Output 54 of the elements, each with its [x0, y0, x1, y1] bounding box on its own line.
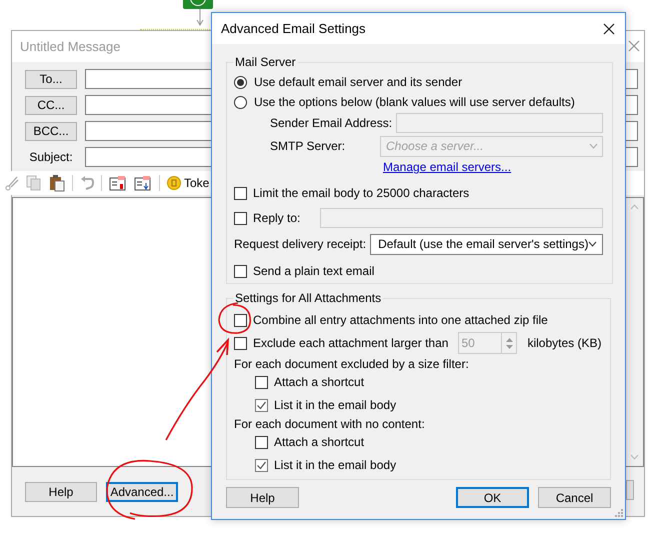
footer-button[interactable]: Help — [25, 482, 97, 502]
tokens-button[interactable]: Toke — [167, 174, 210, 192]
checkbox-label: Send a plain text email — [253, 263, 374, 280]
address-button[interactable]: CC... — [25, 96, 77, 114]
checkbox[interactable] — [255, 458, 268, 472]
dialog-button[interactable]: Cancel — [538, 487, 611, 508]
radio-label: Use default email server and its sender — [254, 74, 462, 91]
checkbox[interactable] — [234, 264, 247, 278]
field-label: Request delivery receipt: — [234, 236, 368, 253]
dialog-button[interactable]: Help — [226, 487, 299, 508]
checkbox-label: Reply to: — [253, 210, 300, 227]
group-label: Mail Server — [234, 54, 297, 71]
checkbox[interactable] — [234, 314, 247, 326]
address-button[interactable]: To... — [25, 70, 77, 88]
resize-grip-icon[interactable] — [614, 508, 623, 517]
radio-button[interactable] — [234, 96, 247, 108]
checkbox-label: Limit the email body to 25000 characters — [253, 185, 470, 202]
section-heading: For each document with no content: — [234, 416, 426, 433]
dialog-title: Advanced Email Settings — [221, 20, 366, 38]
radio-label: Use the options below (blank values will use server defaults) — [254, 94, 575, 111]
radio-button[interactable] — [234, 76, 247, 88]
checkbox[interactable] — [234, 186, 247, 200]
checkbox-label: Attach a shortcut — [274, 434, 364, 451]
field-label: Sender Email Address: — [270, 115, 394, 132]
checkbox-label: Attach a shortcut — [274, 374, 364, 391]
section-heading: For each document excluded by a size filter: — [234, 356, 470, 373]
document-icon[interactable] — [109, 175, 127, 191]
connector-arrow — [196, 9, 204, 26]
subject-label: Subject: — [28, 149, 74, 166]
close-icon[interactable] — [603, 22, 615, 34]
size-spinner: 50 — [458, 332, 518, 354]
checkbox-label: List it in the email body — [274, 457, 396, 474]
checkbox[interactable] — [255, 398, 268, 412]
window-title: Untitled Message — [20, 38, 120, 56]
receipt-dropdown[interactable]: Default (use the email server's settings) — [370, 234, 604, 254]
document-icon[interactable] — [134, 175, 152, 191]
dialog-button[interactable]: OK — [456, 487, 529, 508]
field-label: SMTP Server: — [270, 138, 346, 155]
chevron-down-icon — [588, 241, 598, 247]
checkbox[interactable] — [255, 436, 268, 448]
checkbox-label: Exclude each attachment larger than — [253, 335, 448, 352]
footer-button[interactable]: Advanced... — [106, 482, 178, 502]
checkbox-label: List it in the email body — [274, 397, 396, 414]
manage-servers-link[interactable]: Manage email servers... — [383, 158, 512, 176]
checkbox[interactable] — [255, 376, 268, 388]
checkbox-label: Combine all entry attachments into one attached zip file — [253, 312, 548, 329]
group-label: Settings for All Attachments — [234, 290, 382, 307]
coin-icon — [167, 176, 181, 190]
unit-label: kilobytes (KB) — [527, 335, 602, 352]
chevron-down-icon — [589, 143, 598, 149]
paste-icon[interactable] — [49, 174, 65, 192]
address-button[interactable]: BCC... — [25, 122, 77, 140]
node-icon — [183, 0, 213, 9]
server-dropdown: Choose a server... — [380, 136, 604, 156]
